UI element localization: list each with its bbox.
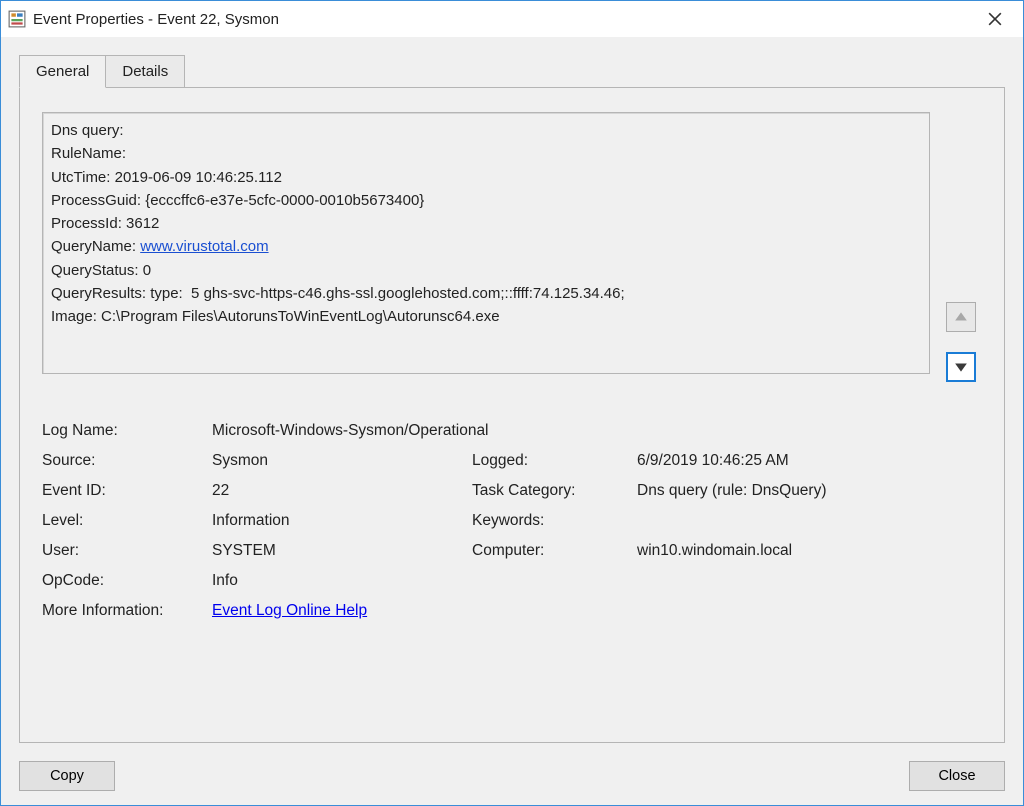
source-label: Source:	[42, 452, 212, 470]
event-nav-arrows	[946, 302, 982, 392]
log-name-label: Log Name:	[42, 422, 212, 440]
more-info-link[interactable]: Event Log Online Help	[212, 602, 367, 619]
titlebar: Event Properties - Event 22, Sysmon	[1, 1, 1023, 37]
copy-button[interactable]: Copy	[19, 761, 115, 791]
user-label: User:	[42, 542, 212, 560]
window-title: Event Properties - Event 22, Sysmon	[33, 11, 975, 28]
dialog-button-bar: Copy Close	[19, 761, 1005, 791]
event-line: ProcessGuid: {ecccffc6-e37e-5cfc-0000-00…	[51, 192, 424, 209]
tab-general[interactable]: General	[19, 55, 106, 88]
event-line: ProcessId: 3612	[51, 215, 159, 232]
opcode-value: Info	[212, 572, 982, 590]
task-category-value: Dns query (rule: DnsQuery)	[637, 482, 982, 500]
more-info-value: Event Log Online Help	[212, 602, 982, 620]
window-close-button[interactable]	[975, 5, 1015, 33]
event-line: UtcTime: 2019-06-09 10:46:25.112	[51, 169, 282, 186]
event-line: QueryStatus: 0	[51, 262, 151, 279]
level-value: Information	[212, 512, 472, 530]
computer-label: Computer:	[472, 542, 637, 560]
computer-value: win10.windomain.local	[637, 542, 982, 560]
close-button[interactable]: Close	[909, 761, 1005, 791]
app-icon	[7, 9, 27, 29]
arrow-down-icon	[954, 360, 968, 374]
logged-value: 6/9/2019 10:46:25 AM	[637, 452, 982, 470]
tab-strip: General Details	[19, 55, 1005, 88]
keywords-label: Keywords:	[472, 512, 637, 530]
arrow-up-icon	[954, 310, 968, 324]
opcode-label: OpCode:	[42, 572, 212, 590]
event-text-wrap: Dns query: RuleName: UtcTime: 2019-06-09…	[42, 112, 982, 392]
log-name-value: Microsoft-Windows-Sysmon/Operational	[212, 422, 982, 440]
event-line: QueryResults: type: 5 ghs-svc-https-c46.…	[51, 285, 625, 302]
event-line: RuleName:	[51, 145, 126, 162]
tab-details[interactable]: Details	[105, 55, 185, 88]
logged-label: Logged:	[472, 452, 637, 470]
event-line: Image: C:\Program Files\AutorunsToWinEve…	[51, 308, 500, 325]
level-label: Level:	[42, 512, 212, 530]
next-event-button[interactable]	[946, 352, 976, 382]
event-id-value: 22	[212, 482, 472, 500]
event-id-label: Event ID:	[42, 482, 212, 500]
keywords-value	[637, 512, 982, 530]
event-properties-window: Event Properties - Event 22, Sysmon Gene…	[0, 0, 1024, 806]
source-value: Sysmon	[212, 452, 472, 470]
dialog-content: General Details Dns query: RuleName: Utc…	[1, 37, 1023, 805]
user-value: SYSTEM	[212, 542, 472, 560]
event-line: Dns query:	[51, 122, 124, 139]
event-description-text[interactable]: Dns query: RuleName: UtcTime: 2019-06-09…	[42, 112, 930, 374]
queryname-link[interactable]: www.virustotal.com	[140, 238, 268, 255]
more-info-label: More Information:	[42, 602, 212, 620]
event-queryname-label: QueryName:	[51, 238, 140, 255]
event-properties-grid: Log Name: Microsoft-Windows-Sysmon/Opera…	[42, 422, 982, 620]
prev-event-button[interactable]	[946, 302, 976, 332]
close-icon	[988, 12, 1002, 26]
general-tab-panel: Dns query: RuleName: UtcTime: 2019-06-09…	[19, 87, 1005, 743]
task-category-label: Task Category:	[472, 482, 637, 500]
